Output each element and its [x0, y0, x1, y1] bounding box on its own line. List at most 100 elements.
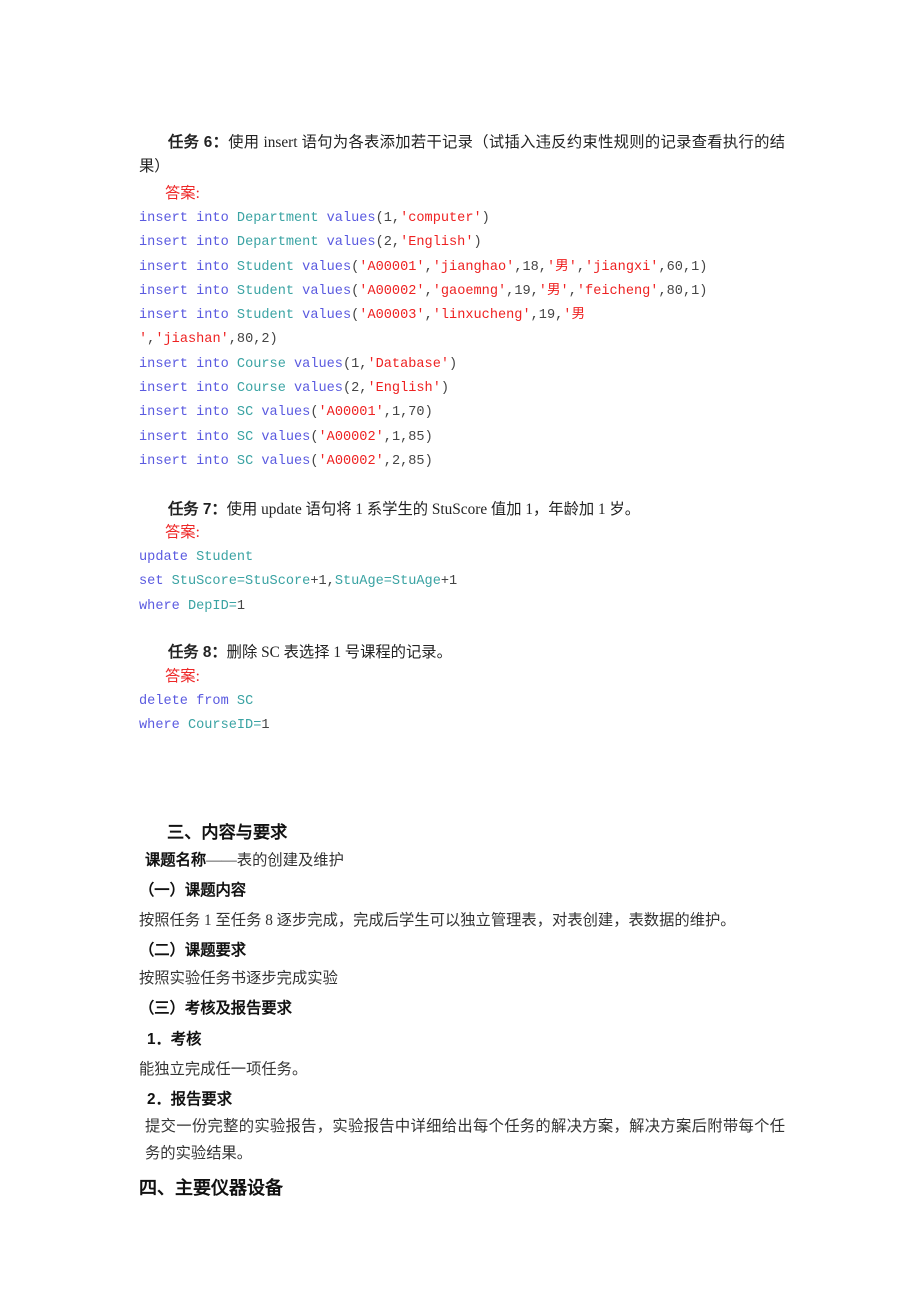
- code-token: values: [326, 235, 376, 251]
- code-token: Student: [236, 259, 303, 275]
- subsection-one-heading: （一）课题内容: [139, 882, 247, 899]
- code-token: values: [302, 259, 352, 275]
- task-8-heading: 任务 8：删除 SC 表选择 1 号课程的记录。: [139, 641, 785, 665]
- code-token: ,: [576, 259, 586, 275]
- code-token: 'jiashan': [155, 332, 229, 348]
- code-line: insert into Student values('A00001','jia…: [139, 256, 839, 280]
- code-line: insert into SC values('A00002',1,85): [139, 426, 839, 450]
- code-token: insert into: [139, 235, 237, 251]
- code-token: insert into: [139, 283, 237, 299]
- task-8-label: 任务 8：: [168, 644, 227, 661]
- code-token: (2,: [342, 381, 368, 397]
- code-token: StuScore=StuScore: [171, 574, 311, 590]
- code-token: (1,: [375, 211, 401, 226]
- code-token: insert into: [139, 453, 237, 469]
- task-6-answer-label: 答案:: [165, 185, 200, 202]
- code-token: insert into: [139, 356, 237, 372]
- code-token: (: [310, 405, 319, 421]
- code-token: values: [294, 356, 343, 372]
- code-token: update: [139, 550, 197, 565]
- code-token: set: [139, 574, 172, 590]
- code-line: insert into Course values(2,'English'): [139, 377, 839, 401]
- code-token: '男': [546, 259, 577, 275]
- code-token: values: [294, 381, 343, 397]
- code-token: Course: [236, 356, 295, 372]
- code-token: ,19,: [530, 308, 564, 324]
- task-7-heading: 任务 7：使用 update 语句将 1 系学生的 StuScore 值加 1，…: [139, 498, 785, 522]
- task-7-answer-label: 答案:: [165, 524, 200, 541]
- subsection-one-text: 按照任务 1 至任务 8 逐步完成，完成后学生可以独立管理表，对表创建，表数据的…: [139, 912, 736, 929]
- code-token: (1,: [342, 356, 368, 372]
- code-token: 'feicheng': [576, 283, 659, 299]
- code-token: Department: [236, 211, 327, 226]
- section-three-heading: 三、内容与要求: [167, 822, 288, 842]
- code-token: ): [449, 356, 458, 372]
- item-two-heading: 2．报告要求: [147, 1091, 232, 1108]
- code-token: insert into: [139, 429, 237, 445]
- item-two-text: 提交一份完整的实验报告，实验报告中详细给出每个任务的解决方案，解决方案后附带每个…: [145, 1118, 785, 1162]
- code-line: insert into Course values(1,'Database'): [139, 353, 839, 377]
- code-token: Student: [196, 550, 254, 565]
- code-token: 'A00001': [359, 259, 425, 275]
- code-token: +1,: [310, 574, 335, 590]
- code-token: '男': [538, 283, 569, 299]
- code-line: insert into Student values('A00003','lin…: [139, 304, 839, 328]
- code-token: values: [261, 405, 311, 421]
- code-token: DepID=: [187, 598, 237, 614]
- subsection-two-text: 按照实验任务书逐步完成实验: [139, 970, 338, 987]
- code-token: values: [326, 211, 376, 226]
- item-one-text: 能独立完成任一项任务。: [139, 1061, 308, 1078]
- code-token: 'jianghao': [432, 259, 515, 275]
- task-8-code-block: delete from SC where CourseID=1: [139, 690, 839, 739]
- code-token: ,19,: [506, 283, 539, 299]
- code-token: ): [440, 381, 450, 397]
- code-token: ': [139, 332, 148, 348]
- code-token: 1: [261, 718, 270, 734]
- code-line: where CourseID=1: [139, 714, 839, 738]
- code-token: (: [310, 453, 319, 469]
- code-token: ,: [424, 259, 433, 275]
- code-token: Student: [236, 283, 303, 299]
- code-token: ,: [424, 283, 433, 299]
- code-token: ,: [568, 283, 577, 299]
- code-token: SC: [236, 694, 254, 709]
- subsection-three-heading: （三）考核及报告要求: [139, 1000, 292, 1017]
- code-token: ,80,1): [658, 283, 708, 299]
- task-6-heading: 任务 6：使用 insert 语句为各表添加若干记录（试插入违反约束性规则的记录…: [139, 131, 785, 180]
- task-8-answer-label: 答案:: [165, 668, 200, 685]
- code-token: ,80,2): [228, 332, 278, 348]
- code-line: delete from SC: [139, 690, 839, 714]
- task-6-code-block: insert into Department values(1,'compute…: [139, 207, 839, 474]
- code-line: insert into SC values('A00002',2,85): [139, 450, 839, 474]
- task-6-label: 任务 6：: [168, 134, 229, 151]
- code-token: values: [261, 429, 311, 445]
- code-token: 'English': [400, 235, 474, 251]
- code-token: +1: [440, 574, 458, 590]
- code-token: ,1,70): [383, 405, 433, 421]
- code-line: where DepID=1: [139, 595, 839, 619]
- code-token: insert into: [139, 211, 237, 226]
- code-token: ,18,: [514, 259, 547, 275]
- code-token: 'A00002': [318, 429, 384, 445]
- code-line: insert into Department values(2,'English…: [139, 231, 839, 255]
- code-token: 'linxucheng': [432, 308, 531, 324]
- topic-name-line: 课题名称——表的创建及维护: [145, 847, 344, 875]
- code-token: 'A00001': [318, 405, 384, 421]
- code-token: SC: [236, 429, 262, 445]
- code-token: ,2,85): [383, 453, 433, 469]
- code-token: ,1,85): [383, 429, 433, 445]
- code-token: where: [139, 598, 188, 614]
- code-token: 'jiangxi': [585, 259, 659, 275]
- code-token: (2,: [375, 235, 401, 251]
- code-token: Student: [236, 308, 303, 324]
- code-line: set StuScore=StuScore+1,StuAge=StuAge+1: [139, 570, 839, 594]
- topic-name-value: ——表的创建及维护: [206, 852, 344, 869]
- item-one-heading: 1．考核: [147, 1031, 202, 1048]
- code-line: insert into Department values(1,'compute…: [139, 207, 839, 231]
- subsection-two-heading: （二）课题要求: [139, 942, 247, 959]
- code-token: 'gaoemng': [432, 283, 507, 299]
- code-token: CourseID=: [187, 718, 262, 734]
- task-7-text: 使用 update 语句将 1 系学生的 StuScore 值加 1，年龄加 1…: [226, 501, 641, 518]
- topic-name-label: 课题名称: [145, 852, 207, 869]
- code-token: ,60,1): [658, 259, 708, 275]
